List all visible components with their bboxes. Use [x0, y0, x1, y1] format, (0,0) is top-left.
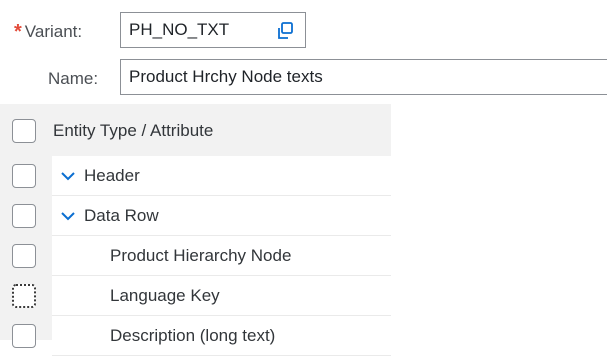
row-checkbox[interactable] [12, 204, 36, 228]
variant-value: PH_NO_TXT [129, 20, 230, 39]
chevron-down-icon[interactable] [60, 170, 76, 182]
variant-label: Variant: [24, 22, 83, 41]
chevron-down-icon[interactable] [60, 210, 76, 222]
row-cell: Language Key [52, 276, 391, 316]
row-checkbox[interactable] [12, 164, 36, 188]
row-label: Language Key [110, 285, 220, 305]
header-cell: Entity Type / Attribute [47, 110, 391, 152]
name-value: Product Hrchy Node texts [129, 67, 323, 86]
row-cell: Header [52, 156, 391, 196]
table-row[interactable]: Header [0, 156, 391, 196]
copy-icon[interactable] [275, 21, 295, 41]
row-checkbox[interactable] [12, 324, 36, 348]
row-checkbox[interactable] [12, 244, 36, 268]
row-label: Description (long text) [110, 325, 276, 345]
attribute-table: Entity Type / Attribute Header Data Row … [0, 104, 391, 356]
select-all-checkbox[interactable] [12, 119, 36, 143]
table-row[interactable]: Language Key [0, 276, 391, 316]
table-row[interactable]: Data Row [0, 196, 391, 236]
row-cell: Data Row [52, 196, 391, 236]
name-field[interactable]: Product Hrchy Node texts [120, 59, 607, 95]
name-label: Name: [48, 69, 99, 88]
row-label: Data Row [84, 205, 159, 225]
variant-label-group: * Variant: [14, 22, 82, 42]
table-row[interactable]: Product Hierarchy Node [0, 236, 391, 276]
row-label: Product Hierarchy Node [110, 245, 292, 265]
required-marker: * [14, 21, 22, 43]
name-label-group: Name: [48, 69, 98, 89]
column-header: Entity Type / Attribute [53, 121, 214, 140]
table-header-row: Entity Type / Attribute [0, 110, 391, 152]
variant-field[interactable]: PH_NO_TXT [120, 12, 306, 48]
row-label: Header [84, 165, 140, 185]
row-checkbox[interactable] [12, 284, 36, 308]
row-cell: Description (long text) [52, 316, 391, 356]
row-cell: Product Hierarchy Node [52, 236, 391, 276]
table-row[interactable]: Description (long text) [0, 316, 391, 356]
